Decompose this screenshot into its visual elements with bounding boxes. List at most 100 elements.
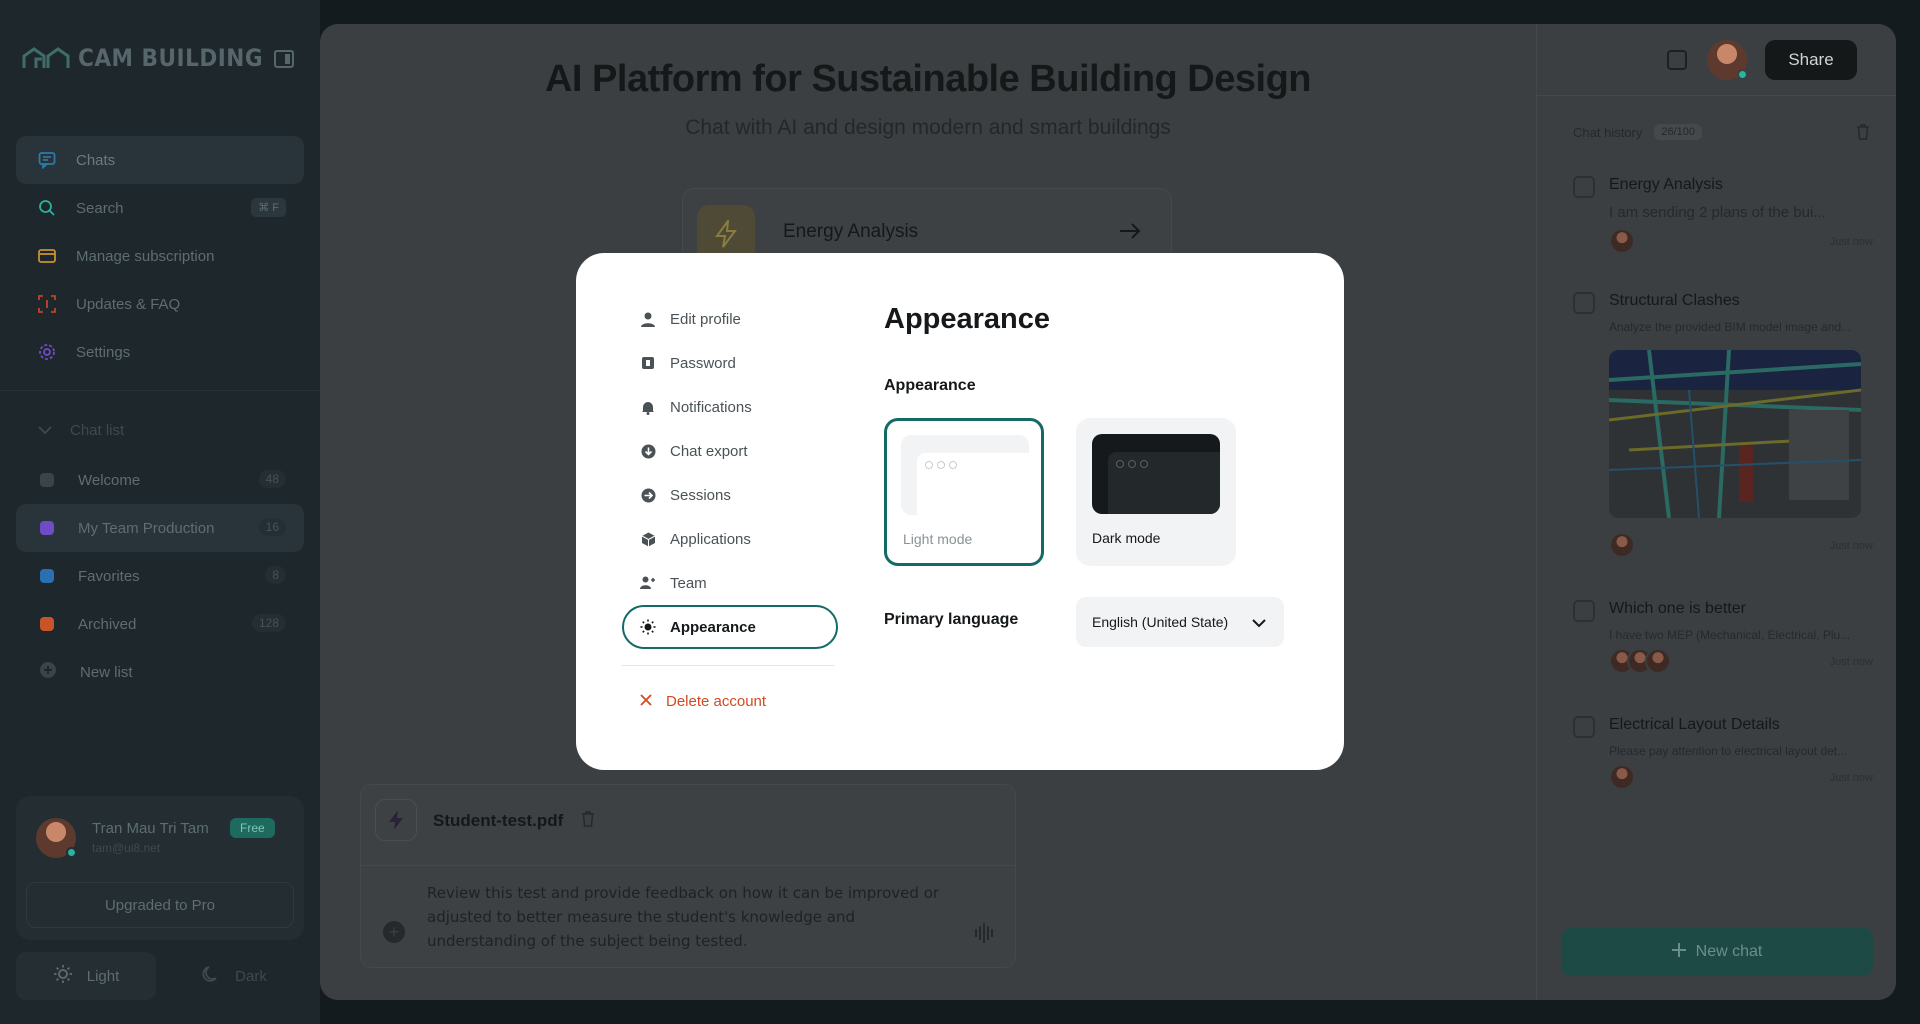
color-swatch (40, 473, 54, 487)
settings-tab-appearance[interactable]: Appearance (622, 605, 838, 649)
settings-tab-label: Notifications (670, 398, 752, 416)
list-item-archived[interactable]: Archived 128 (16, 600, 304, 648)
cube-icon (640, 531, 656, 547)
sidebar-toggle-icon[interactable] (274, 50, 294, 68)
lock-icon (640, 355, 656, 371)
online-status-dot (66, 847, 77, 858)
history-desc: I have two MEP (Mechanical, Electrical, … (1609, 628, 1851, 642)
settings-tab-chat-export[interactable]: Chat export (622, 429, 838, 473)
settings-tab-applications[interactable]: Applications (622, 517, 838, 561)
online-status-dot (1737, 69, 1748, 80)
history-title: Energy Analysis (1609, 176, 1723, 193)
dark-mode-option[interactable]: Dark mode (1076, 418, 1236, 566)
avatar[interactable] (36, 818, 77, 858)
settings-modal: Edit profile Password Notifications Chat… (576, 253, 1344, 770)
list-count: 48 (258, 470, 286, 488)
avatar (1609, 532, 1635, 558)
trash-icon[interactable] (581, 811, 595, 827)
new-chat-label: New chat (1695, 943, 1763, 960)
sidebar-item-chats[interactable]: Chats (16, 136, 304, 184)
history-time: Just now (1829, 540, 1873, 552)
new-list-button[interactable]: New list (16, 648, 304, 696)
settings-tab-label: Chat export (670, 442, 748, 460)
history-item[interactable]: Electrical Layout Details Please pay att… (1573, 714, 1873, 804)
share-button[interactable]: Share (1765, 40, 1857, 80)
user-name: Tran Mau Tri Tam (92, 820, 209, 837)
scan-icon (38, 295, 56, 313)
history-time: Just now (1829, 236, 1873, 248)
gear-icon (38, 343, 56, 361)
list-count: 16 (258, 518, 286, 536)
sidebar-item-label: Manage subscription (76, 247, 215, 265)
window-dots (1116, 460, 1148, 468)
language-select[interactable]: English (United State) (1076, 597, 1284, 647)
list-count: 8 (265, 566, 286, 584)
history-item[interactable]: Which one is better I have two MEP (Mech… (1573, 598, 1873, 688)
new-chat-button[interactable]: New chat (1561, 928, 1873, 976)
sidebar-item-label: Settings (76, 343, 131, 361)
dark-label: Dark (235, 967, 267, 985)
color-swatch (40, 617, 54, 631)
history-title: Structural Clashes (1609, 292, 1740, 309)
chat-list-header[interactable]: Chat list (38, 422, 124, 439)
sidebar-item-updates[interactable]: Updates & FAQ (16, 280, 304, 328)
plus-circle-icon (40, 662, 56, 682)
avatar (1645, 648, 1671, 674)
light-theme-button[interactable]: Light (16, 952, 156, 1000)
sidebar-item-search[interactable]: Search ⌘ F (16, 184, 304, 232)
chat-list-label: Chat list (70, 422, 125, 439)
delete-account-label: Delete account (666, 693, 767, 710)
chat-history-panel: Share Chat history 26/100 Energy Analysi… (1536, 24, 1896, 1000)
sidebar-item-label: Updates & FAQ (76, 295, 181, 313)
chat-lists: Welcome 48 My Team Production 16 Favorit… (16, 456, 304, 696)
new-note-icon[interactable] (1667, 50, 1687, 70)
attachment-name: Student-test.pdf (433, 811, 564, 830)
light-label: Light (86, 967, 120, 985)
voice-icon[interactable] (975, 923, 993, 943)
history-item[interactable]: Structural Clashes Analyze the provided … (1573, 290, 1873, 570)
team-icon (640, 575, 656, 591)
sun-icon (640, 619, 656, 635)
sun-icon (53, 964, 73, 988)
settings-tab-password[interactable]: Password (622, 341, 838, 385)
settings-tab-label: Applications (670, 530, 751, 548)
settings-tab-notifications[interactable]: Notifications (622, 385, 838, 429)
upgrade-button[interactable]: Upgraded to Pro (26, 882, 294, 928)
logo: CAM BUILDING (22, 44, 263, 72)
sidebar-item-settings[interactable]: Settings (16, 328, 304, 376)
history-count: 26/100 (1654, 124, 1703, 140)
message-input[interactable]: Review this test and provide feedback on… (427, 881, 947, 953)
bim-model-image[interactable] (1609, 350, 1861, 518)
bell-icon (640, 399, 656, 415)
checkbox[interactable] (1573, 600, 1595, 622)
page-subtitle: Chat with AI and design modern and smart… (685, 116, 1171, 139)
trash-icon[interactable] (1856, 124, 1870, 140)
checkbox[interactable] (1573, 716, 1595, 738)
avatar[interactable] (1707, 40, 1748, 80)
history-title: Electrical Layout Details (1609, 716, 1780, 733)
color-swatch (40, 521, 54, 535)
checkbox[interactable] (1573, 292, 1595, 314)
settings-tab-edit-profile[interactable]: Edit profile (622, 297, 838, 341)
dark-theme-button[interactable]: Dark (164, 952, 304, 1000)
preview-window (917, 453, 1029, 515)
chevron-down-icon (38, 422, 52, 439)
settings-tab-sessions[interactable]: Sessions (622, 473, 838, 517)
page-title: AI Platform for Sustainable Building Des… (544, 58, 1312, 100)
checkbox[interactable] (1573, 176, 1595, 198)
settings-tab-label: Password (670, 354, 736, 372)
settings-nav: Edit profile Password Notifications Chat… (622, 297, 838, 649)
sidebar-item-subscription[interactable]: Manage subscription (16, 232, 304, 280)
list-item-team-production[interactable]: My Team Production 16 (16, 504, 304, 552)
history-item[interactable]: Energy Analysis I am sending 2 plans of … (1573, 174, 1873, 264)
window-dots (925, 461, 957, 469)
list-item-welcome[interactable]: Welcome 48 (16, 456, 304, 504)
chat-icon (38, 151, 56, 169)
user-card: Tran Mau Tri Tam tam@ui8.net Free Upgrad… (16, 796, 304, 940)
delete-account-button[interactable]: Delete account (640, 693, 766, 710)
light-mode-option[interactable]: Light mode (884, 418, 1044, 566)
settings-tab-team[interactable]: Team (622, 561, 838, 605)
add-attachment-button[interactable]: + (383, 921, 405, 943)
list-item-favorites[interactable]: Favorites 8 (16, 552, 304, 600)
history-desc: Please pay attention to electrical layou… (1609, 744, 1848, 758)
